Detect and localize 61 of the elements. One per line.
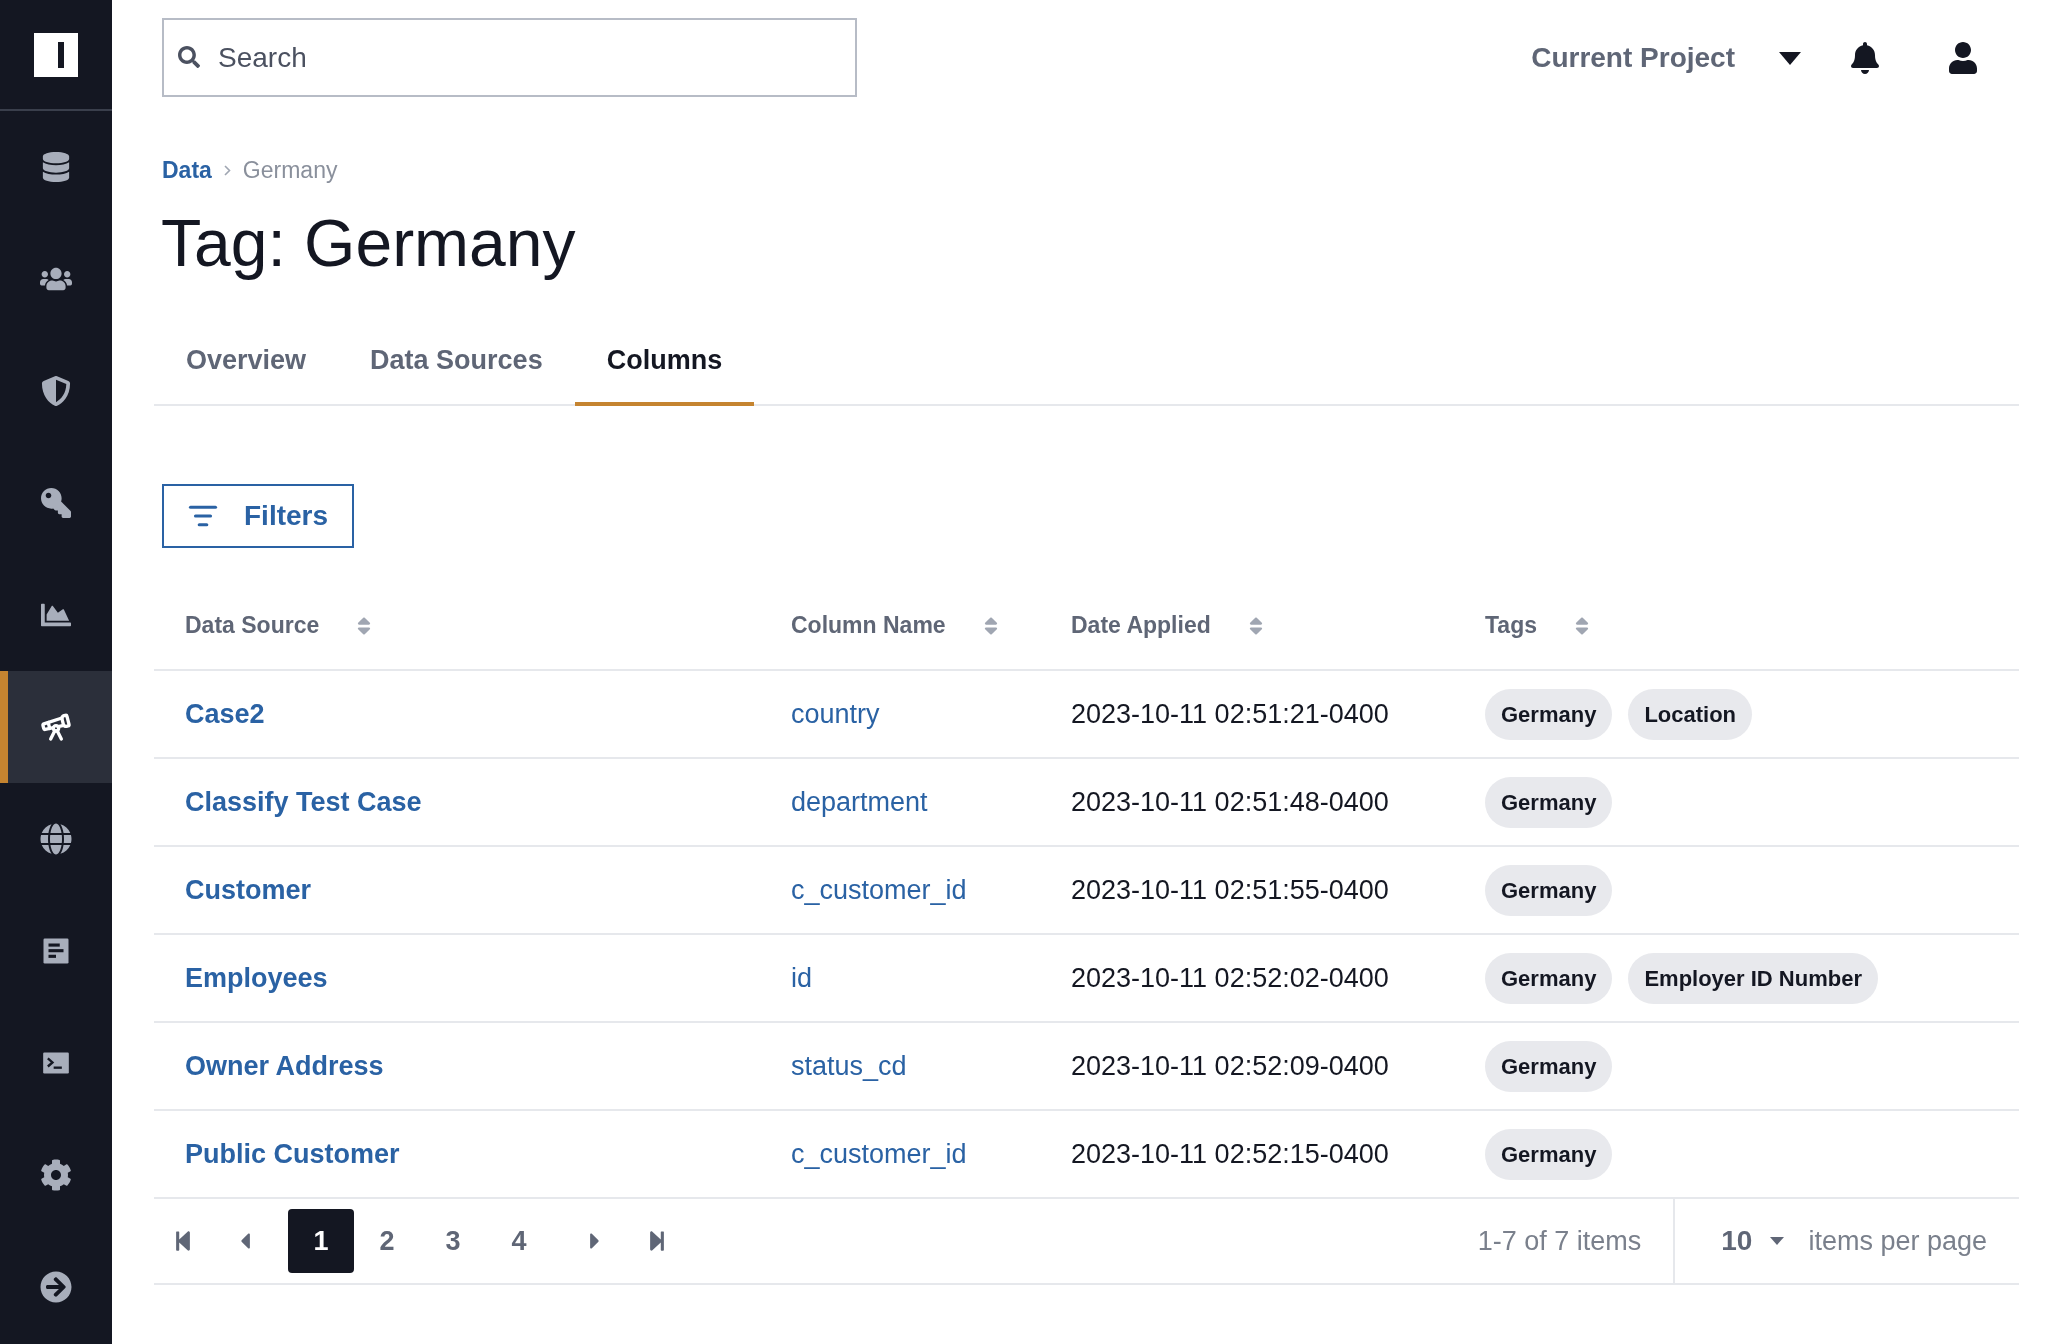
tag-chip: Germany bbox=[1485, 952, 1613, 1004]
page-button[interactable]: 1 bbox=[288, 1209, 354, 1273]
table-cell: 2023-10-11 02:51:48-0400 bbox=[1071, 786, 1389, 817]
column-name-link[interactable]: department bbox=[791, 786, 928, 817]
column-header[interactable]: Data Source bbox=[185, 608, 376, 643]
page-size-label: items per page bbox=[1808, 1224, 1987, 1258]
column-header[interactable]: Column Name bbox=[791, 608, 1002, 643]
table-cell: 2023-10-11 02:52:02-0400 bbox=[1071, 962, 1389, 993]
table-cell: 2023-10-11 02:52:15-0400 bbox=[1071, 1138, 1389, 1169]
data-source-link[interactable]: Owner Address bbox=[185, 1050, 384, 1081]
caret-down-icon bbox=[1779, 51, 1801, 65]
tab[interactable]: Data Sources bbox=[338, 339, 575, 406]
report-icon bbox=[41, 936, 71, 966]
user-icon[interactable] bbox=[1947, 42, 1979, 74]
data-source-link[interactable]: Case2 bbox=[185, 698, 265, 729]
tab[interactable]: Columns bbox=[574, 339, 755, 406]
sidebar-item[interactable] bbox=[0, 671, 112, 783]
database-icon bbox=[41, 152, 71, 182]
column-name-link[interactable]: c_customer_id bbox=[791, 874, 967, 905]
tag-chip: Germany bbox=[1485, 776, 1613, 828]
tag-chip: Germany bbox=[1485, 1040, 1613, 1092]
settings-icon bbox=[40, 1159, 72, 1191]
column-name-link[interactable]: id bbox=[791, 962, 812, 993]
arrow-right-icon bbox=[40, 1271, 72, 1303]
data-source-link[interactable]: Customer bbox=[185, 874, 312, 905]
chevron-right-icon bbox=[223, 164, 231, 176]
page-button[interactable]: 2 bbox=[354, 1209, 420, 1273]
page-size-select[interactable]: 10 bbox=[1721, 1220, 1785, 1262]
table-cell: 2023-10-11 02:52:09-0400 bbox=[1071, 1050, 1389, 1081]
data-source-link[interactable]: Employees bbox=[185, 962, 328, 993]
logo-icon bbox=[34, 32, 78, 77]
page-button[interactable]: 3 bbox=[420, 1209, 486, 1273]
tag-chip: Location bbox=[1628, 688, 1753, 740]
column-header[interactable]: Tags bbox=[1485, 608, 1593, 643]
key-icon bbox=[41, 488, 71, 518]
tag-chip: Germany bbox=[1485, 864, 1613, 916]
notification-bell-icon[interactable] bbox=[1849, 42, 1881, 74]
table-cell: 2023-10-11 02:51:55-0400 bbox=[1071, 874, 1389, 905]
search-icon bbox=[178, 46, 200, 68]
tab[interactable]: Overview bbox=[154, 339, 339, 406]
items-summary: 1-7 of 7 items bbox=[1477, 1224, 1643, 1258]
table-cell: 2023-10-11 02:51:21-0400 bbox=[1071, 698, 1389, 729]
column-header[interactable]: Date Applied bbox=[1071, 608, 1267, 643]
globe-icon bbox=[40, 823, 72, 855]
filters-button[interactable]: Filters bbox=[162, 484, 355, 548]
data-source-link[interactable]: Classify Test Case bbox=[185, 786, 422, 817]
tag-chip: Germany bbox=[1485, 1128, 1613, 1180]
breadcrumb-link[interactable]: Data bbox=[162, 153, 212, 188]
tag-chip: Germany bbox=[1485, 688, 1613, 740]
search-field[interactable]: Search bbox=[162, 18, 857, 97]
shield-icon bbox=[41, 376, 71, 406]
column-name-link[interactable]: country bbox=[791, 698, 880, 729]
project-selector[interactable]: Current Project bbox=[1531, 37, 1801, 79]
page-button[interactable]: 4 bbox=[486, 1209, 552, 1273]
breadcrumb-current: Germany bbox=[242, 156, 338, 185]
column-name-link[interactable]: status_cd bbox=[791, 1050, 907, 1081]
data-source-link[interactable]: Public Customer bbox=[185, 1138, 400, 1169]
column-name-link[interactable]: c_customer_id bbox=[791, 1138, 967, 1169]
tag-chip: Employer ID Number bbox=[1628, 952, 1878, 1004]
telescope-icon bbox=[40, 711, 72, 743]
caret-down-icon bbox=[1770, 1237, 1785, 1245]
